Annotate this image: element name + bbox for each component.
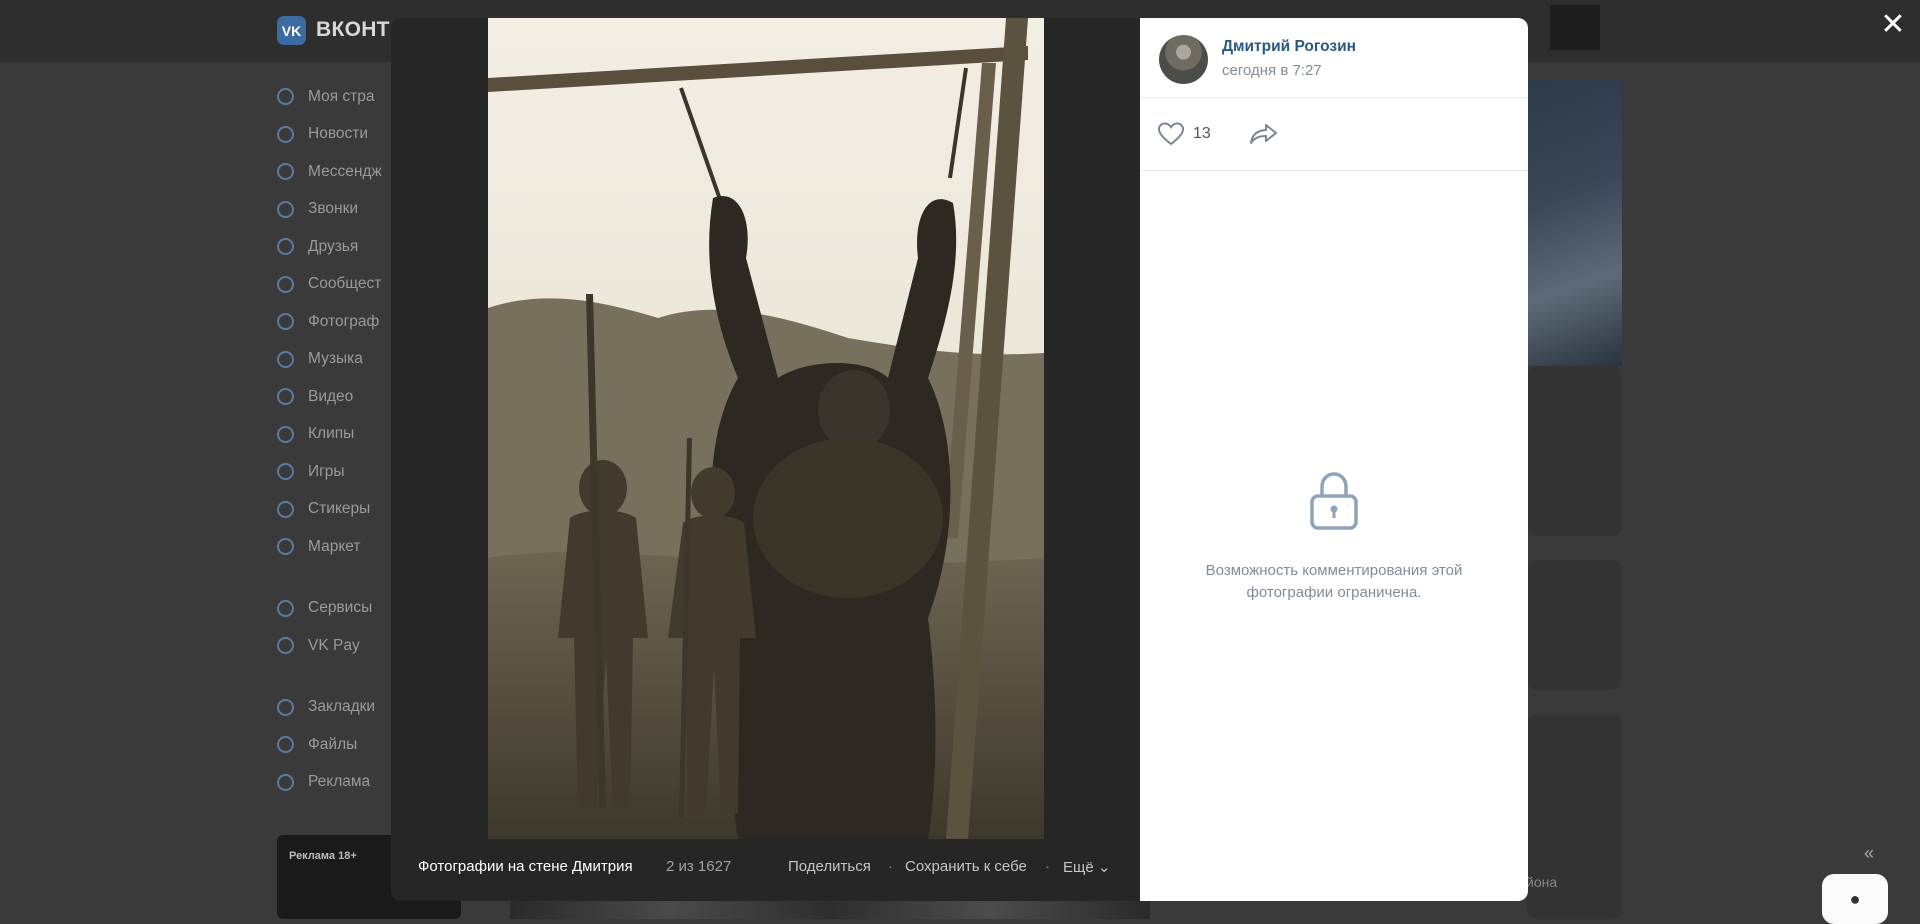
author-name-link[interactable]: Дмитрий Рогозин [1222,38,1356,56]
heart-icon [1157,122,1185,146]
photo-artwork [488,18,1044,839]
sidebar-item-communities[interactable]: Сообщест [277,266,397,304]
sidebar-item-label: VK Pay [308,636,360,654]
sidebar-item-video[interactable]: Видео [277,378,397,416]
sidebar-item-friends[interactable]: Друзья [277,228,397,266]
sidebar-item-label: Сообщест [308,275,382,293]
sidebar-item-clips[interactable]: Клипы [277,416,397,454]
chevron-down-icon: ⌄ [1097,859,1111,876]
sidebar-item-label: Сервисы [308,599,373,617]
sidebar-item-games[interactable]: Игры [277,453,397,491]
games-icon [277,463,294,481]
sidebar-item-services[interactable]: Сервисы [277,590,397,628]
services-icon [277,599,294,617]
album-link[interactable]: Фотографии на стене Дмитрия [418,858,633,875]
vkpay-icon [277,637,294,655]
phone-icon [277,200,294,218]
more-label: Ещё [1063,859,1094,876]
chat-bubble-icon[interactable]: ● [1822,874,1888,924]
photo-icon [277,313,294,331]
video-icon [277,388,294,406]
close-viewer-button[interactable]: ✕ [1876,8,1910,42]
news-icon [277,125,294,143]
sidebar-item-messenger[interactable]: Мессендж [277,153,397,191]
like-button[interactable]: 13 [1157,122,1211,146]
collapse-double-chevron-icon[interactable]: « [1864,843,1874,864]
photo-info-panel: Дмитрий Рогозин сегодня в 7:27 13 Возмож… [1140,18,1528,901]
sidebar-item-bookmarks[interactable]: Закладки [277,689,397,727]
sidebar-item-stickers[interactable]: Стикеры [277,491,397,529]
sidebar-item-files[interactable]: Файлы [277,726,397,764]
ads-icon [277,773,294,791]
sidebar-item-news[interactable]: Новости [277,116,397,154]
sidebar-item-calls[interactable]: Звонки [277,191,397,229]
sidebar-item-label: Маркет [308,537,361,555]
background-card [1527,560,1622,690]
sidebar-item-label: Мессендж [308,162,382,180]
communities-icon [277,275,294,293]
vk-logo[interactable]: VK [277,16,306,45]
sidebar-divider [277,665,397,689]
sidebar-item-label: Новости [308,125,369,143]
background-post-photo [1527,80,1622,366]
share-arrow-icon [1250,124,1277,144]
sidebar-item-label: Звонки [308,200,359,218]
sidebar-item-label: Файлы [308,735,358,753]
photo-pane: Фотографии на стене Дмитрия 2 из 1627 По… [391,18,1140,901]
sidebar-item-label: Реклама [308,773,371,791]
sidebar-item-label: Клипы [308,425,355,443]
share-button[interactable] [1249,122,1279,151]
footer-separator: · [888,858,893,875]
post-date[interactable]: сегодня в 7:27 [1222,62,1322,79]
author-block: Дмитрий Рогозин сегодня в 7:27 [1140,18,1528,98]
avatar[interactable] [1159,35,1208,84]
share-link[interactable]: Поделиться [788,858,871,875]
sidebar-item-ads[interactable]: Реклама [277,764,397,802]
clips-icon [277,425,294,443]
sidebar-menu: Моя стра Новости Мессендж Звонки Друзья … [277,78,397,801]
sidebar-item-music[interactable]: Музыка [277,341,397,379]
actions-bar: 13 [1140,98,1528,171]
ad-label: Реклама 18+ [289,850,357,862]
photo-viewer: Фотографии на стене Дмитрия 2 из 1627 По… [391,18,1528,901]
stickers-icon [277,500,294,518]
header-square [1550,5,1600,50]
sidebar-item-photos[interactable]: Фотограф [277,303,397,341]
friends-icon [277,238,294,256]
sidebar-divider [277,566,397,590]
brand-name[interactable]: ВКОНТ [316,18,390,42]
sidebar-item-vkpay[interactable]: VK Pay [277,627,397,665]
photo-image[interactable] [488,18,1044,839]
footer-separator: · [1045,858,1050,875]
sidebar-item-label: Видео [308,387,354,405]
sidebar-item-label: Фотограф [308,312,380,330]
lock-icon [1308,470,1360,537]
background-card [1527,366,1622,536]
sidebar-item-market[interactable]: Маркет [277,528,397,566]
sidebar-item-label: Стикеры [308,500,371,518]
like-count: 13 [1193,125,1211,142]
sidebar-item-label: Закладки [308,698,376,716]
sidebar-item-my-page[interactable]: Моя стра [277,78,397,116]
photo-footer: Фотографии на стене Дмитрия 2 из 1627 По… [391,858,1140,892]
sidebar-item-label: Музыка [308,350,363,368]
message-icon [277,163,294,181]
save-to-me-link[interactable]: Сохранить к себе [905,858,1027,875]
comments-locked-message: Возможность комментирования этой фотогра… [1205,562,1463,601]
bookmark-icon [277,698,294,716]
user-circle-icon [277,88,294,106]
background-region-text: йона [1526,874,1558,890]
sidebar-item-label: Друзья [308,237,359,255]
file-icon [277,736,294,754]
photo-counter: 2 из 1627 [666,858,732,875]
sidebar-item-label: Игры [308,462,345,480]
more-menu-button[interactable]: Ещё ⌄ [1063,858,1110,876]
music-icon [277,350,294,368]
market-icon [277,538,294,556]
sidebar-item-label: Моя стра [308,87,375,105]
